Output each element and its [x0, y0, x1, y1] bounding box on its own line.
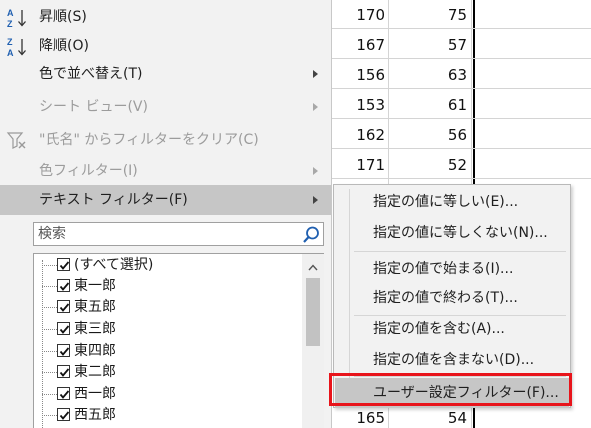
list-item[interactable]: (すべて選択): [42, 255, 302, 276]
list-item-label: (すべて選択): [74, 257, 154, 273]
list-item[interactable]: 東一郎: [42, 276, 302, 297]
menu-item-label: 色で並べ替え(T): [39, 66, 143, 82]
scrollbar-thumb[interactable]: [306, 278, 320, 346]
cell-weight[interactable]: 57: [391, 30, 467, 60]
search-icon: [303, 226, 319, 243]
submenu-item-label: 指定の値で始まる(I)...: [373, 261, 514, 277]
check-icon: [59, 282, 70, 291]
cell-height[interactable]: 156: [323, 60, 385, 90]
list-item-label: 東三郎: [74, 321, 116, 337]
submenu-arrow-icon: [313, 103, 318, 111]
menu-item-label: 降順(O): [39, 38, 89, 54]
svg-text:A: A: [7, 8, 14, 18]
list-item-label: 西五郎: [74, 407, 116, 423]
list-item[interactable]: 東五郎: [42, 297, 302, 318]
check-icon: [59, 368, 70, 377]
menu-item-text-filter[interactable]: テキスト フィルター(F): [0, 185, 331, 215]
tree-branch: [42, 372, 57, 373]
cell-weight[interactable]: 75: [391, 0, 467, 30]
checkbox[interactable]: [57, 258, 70, 271]
checkbox[interactable]: [57, 322, 70, 335]
menu-item-sort-ascending[interactable]: A Z 昇順(S): [0, 2, 331, 32]
list-item[interactable]: 東二郎: [42, 362, 302, 383]
cell-height[interactable]: 167: [323, 30, 385, 60]
submenu-item-label: 指定の値で終わる(T)...: [373, 290, 518, 306]
svg-text:Z: Z: [7, 37, 13, 47]
svg-text:Z: Z: [7, 19, 13, 29]
menu-item-label: 昇順(S): [39, 9, 87, 25]
check-icon: [59, 303, 70, 312]
list-item-label: 東四郎: [74, 343, 116, 359]
list-scrollbar[interactable]: [302, 254, 324, 428]
tree-branch: [42, 329, 57, 330]
cell-height[interactable]: 171: [323, 150, 385, 180]
checkbox[interactable]: [57, 279, 70, 292]
submenu-item-label: 指定の値に等しくない(N)...: [373, 225, 548, 241]
tree-branch: [42, 307, 57, 308]
cell-weight[interactable]: 63: [391, 60, 467, 90]
filter-value-list[interactable]: (すべて選択) 東一郎 東五郎 東三郎 東四郎 東二郎 西一郎 西五郎: [33, 253, 324, 428]
submenu-item-ends-with[interactable]: 指定の値で終わる(T)...: [335, 283, 569, 313]
tree-branch: [42, 265, 57, 266]
list-item-label: 東二郎: [74, 364, 116, 380]
menu-item-label: 色フィルター(I): [39, 163, 138, 179]
sort-ascending-icon: A Z: [7, 8, 26, 29]
checkbox[interactable]: [57, 408, 70, 421]
menu-item-label: シート ビュー(V): [39, 99, 148, 115]
cell-height[interactable]: 153: [323, 90, 385, 120]
check-icon: [59, 347, 70, 356]
submenu-item-label: 指定の値を含まない(D)...: [373, 352, 535, 368]
list-item-label: 東五郎: [74, 299, 116, 315]
highlight-annotation-box: [329, 373, 572, 406]
list-item[interactable]: 東三郎: [42, 319, 302, 340]
svg-text:A: A: [7, 48, 14, 58]
menu-item-clear-filter: "氏名" からフィルターをクリア(C): [0, 125, 331, 155]
submenu-item-not-equals[interactable]: 指定の値に等しくない(N)...: [335, 218, 569, 248]
cell-weight[interactable]: 56: [391, 120, 467, 150]
sort-descending-icon: Z A: [7, 37, 26, 58]
menu-item-sheet-view: シート ビュー(V): [0, 92, 331, 122]
menu-item-color-filter: 色フィルター(I): [0, 156, 331, 186]
submenu-item-begins-with[interactable]: 指定の値で始まる(I)...: [335, 254, 569, 284]
list-item[interactable]: 西五郎: [42, 405, 302, 426]
submenu-arrow-icon: [313, 167, 318, 175]
check-icon: [59, 261, 70, 270]
tree-branch: [42, 394, 57, 395]
submenu-item-equals[interactable]: 指定の値に等しい(E)...: [335, 187, 569, 217]
menu-item-sort-descending[interactable]: Z A 降順(O): [0, 31, 331, 61]
list-item-label: 西一郎: [74, 386, 116, 402]
cell-weight[interactable]: 61: [391, 90, 467, 120]
tree-branch: [42, 415, 57, 416]
menu-item-label: テキスト フィルター(F): [39, 192, 188, 208]
search-placeholder: 検索: [38, 226, 66, 242]
checkbox[interactable]: [57, 344, 70, 357]
submenu-item-contains[interactable]: 指定の値を含む(A)...: [335, 314, 569, 344]
menu-item-sort-by-color[interactable]: 色で並べ替え(T): [0, 59, 331, 89]
checkbox[interactable]: [57, 300, 70, 313]
menu-item-label: "氏名" からフィルターをクリア(C): [39, 132, 259, 148]
list-item[interactable]: 東四郎: [42, 341, 302, 362]
submenu-item-label: 指定の値に等しい(E)...: [373, 194, 519, 210]
cell-height[interactable]: 162: [323, 120, 385, 150]
search-input[interactable]: 検索: [33, 222, 324, 246]
list-item-label: 東一郎: [74, 278, 116, 294]
check-icon: [59, 325, 70, 334]
menu-separator: [354, 251, 566, 252]
check-icon: [59, 390, 70, 399]
check-icon: [59, 411, 70, 420]
cell-weight[interactable]: 52: [391, 150, 467, 180]
filter-dropdown-menu: A Z 昇順(S) Z A 降順(O) 色で並べ替え(T) シート ビュー(V)…: [0, 0, 332, 428]
list-item[interactable]: 西一郎: [42, 384, 302, 405]
tree-branch: [42, 286, 57, 287]
submenu-item-label: 指定の値を含む(A)...: [373, 321, 505, 337]
scroll-up-icon[interactable]: [308, 264, 318, 271]
cell-height[interactable]: 170: [323, 0, 385, 30]
submenu-arrow-icon: [313, 196, 318, 204]
submenu-arrow-icon: [313, 70, 318, 78]
tree-branch: [42, 351, 57, 352]
checkbox[interactable]: [57, 365, 70, 378]
submenu-item-not-contains[interactable]: 指定の値を含まない(D)...: [335, 345, 569, 375]
clear-filter-icon: [6, 132, 26, 149]
checkbox[interactable]: [57, 387, 70, 400]
